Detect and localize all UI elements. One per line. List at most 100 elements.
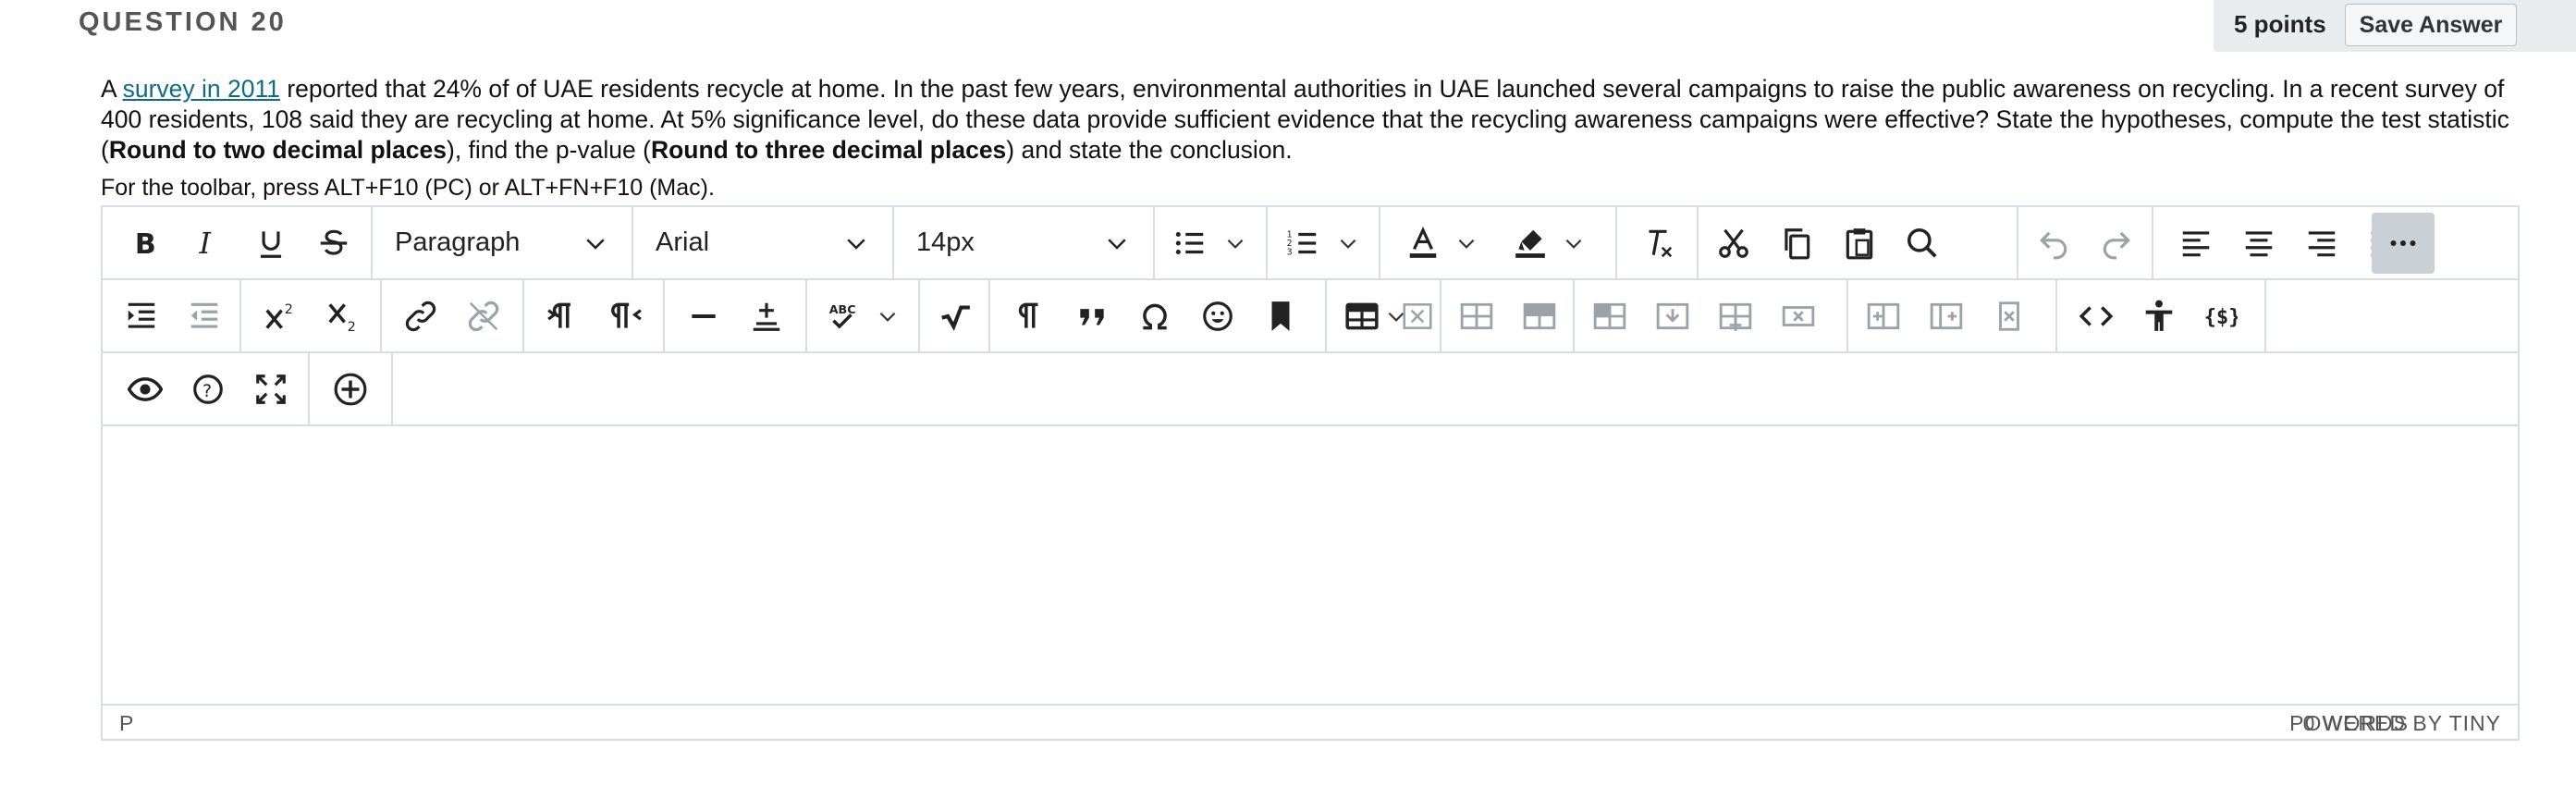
svg-text:B: B <box>135 228 156 261</box>
insert-row-after-button[interactable] <box>1649 292 1697 340</box>
bullet-list-button[interactable] <box>1166 219 1214 267</box>
remove-link-button[interactable] <box>460 292 508 340</box>
clear-formatting-button[interactable] <box>1634 219 1682 267</box>
find-replace-button[interactable] <box>1898 219 1946 267</box>
redo-button[interactable] <box>2092 219 2141 267</box>
highlighter-icon <box>1515 229 1545 258</box>
block-format-select[interactable]: Paragraph <box>373 207 633 278</box>
chevron-down-icon[interactable] <box>1336 231 1360 255</box>
indent-icon <box>128 302 155 328</box>
svg-text:{$}: {$} <box>2204 305 2238 329</box>
font-size-select[interactable]: 14px <box>894 207 1155 278</box>
paragraph-mark-button[interactable] <box>1005 292 1053 340</box>
clear-format-group <box>1617 207 1699 278</box>
color-group <box>1380 207 1617 278</box>
delete-column-button[interactable] <box>1774 292 1822 340</box>
question-header: QUESTION 20 5 points Save Answer <box>0 0 2576 52</box>
insert-link-button[interactable] <box>397 292 445 340</box>
insert-group <box>990 280 1327 351</box>
editor-content-area[interactable] <box>103 426 2518 704</box>
paste-button[interactable] <box>1835 219 1883 267</box>
rounding-instruction-1: Round to two decimal places <box>108 136 447 164</box>
points-value: 5 points <box>2234 10 2326 38</box>
insert-table-button[interactable] <box>1338 292 1386 340</box>
help-button[interactable]: ? <box>184 365 232 413</box>
font-family-select[interactable]: Arial <box>633 207 894 278</box>
preview-button[interactable] <box>121 365 169 413</box>
scissors-icon <box>1719 228 1748 258</box>
horizontal-line-button[interactable] <box>680 292 728 340</box>
superscript-button[interactable]: 2 <box>256 292 304 340</box>
blockquote-button[interactable] <box>1068 292 1116 340</box>
left-to-right-button[interactable] <box>539 292 587 340</box>
emoji-button[interactable] <box>1194 292 1242 340</box>
spellcheck-button[interactable]: ABC <box>818 292 866 340</box>
math-equation-button[interactable] <box>931 292 979 340</box>
align-center-button[interactable] <box>2235 219 2283 267</box>
accessibility-checker-button[interactable] <box>2135 292 2183 340</box>
strikethrough-icon <box>320 229 348 255</box>
copy-button[interactable] <box>1773 219 1821 267</box>
subscript-button[interactable]: 2 <box>319 292 367 340</box>
add-content-button[interactable] <box>326 365 374 413</box>
more-options-button[interactable] <box>2372 213 2435 274</box>
bold-button[interactable]: B <box>121 219 169 267</box>
bookmark-button[interactable] <box>1257 292 1305 340</box>
template-variables-button[interactable]: {$} <box>2196 292 2244 340</box>
undo-button[interactable] <box>2030 219 2078 267</box>
chevron-down-icon[interactable] <box>1454 231 1478 255</box>
undo-icon <box>2040 231 2067 260</box>
question-text: A survey in 2011 reported that 24% of of… <box>101 74 2523 166</box>
align-right-button[interactable] <box>2298 219 2346 267</box>
accessibility-icon <box>2145 300 2173 331</box>
fullscreen-button[interactable] <box>247 365 295 413</box>
history-group <box>2018 207 2153 278</box>
outdent-button[interactable] <box>180 292 228 340</box>
plugin-group <box>310 353 393 424</box>
strikethrough-button[interactable] <box>310 219 358 267</box>
chevron-down-icon[interactable] <box>876 304 900 328</box>
text-color-button[interactable] <box>1399 219 1447 267</box>
curly-braces-icon: {$} <box>2204 305 2238 329</box>
rich-text-editor: B I Paragraph Arial 14px 1 2 3 2 2 ABC {… <box>101 205 2520 741</box>
italic-button[interactable]: I <box>184 219 232 267</box>
points-panel: 5 points Save Answer <box>2214 0 2576 52</box>
quote-icon <box>1080 309 1104 325</box>
editor-status-bar: P 0 WORDS POWERED BY TINY <box>103 704 2518 739</box>
right-to-left-button[interactable] <box>602 292 650 340</box>
table-delete-icon <box>1403 303 1432 329</box>
insert-column-left-button[interactable] <box>1859 292 1907 340</box>
underline-button[interactable] <box>247 219 295 267</box>
chevron-down-icon[interactable] <box>1223 231 1247 255</box>
insert-column-right-button[interactable] <box>1922 292 1970 340</box>
insert-row-before-button[interactable] <box>1586 292 1634 340</box>
element-path[interactable]: P <box>119 711 133 736</box>
align-left-button[interactable] <box>2172 219 2220 267</box>
insert-anchor-button[interactable] <box>742 292 791 340</box>
save-answer-button[interactable]: Save Answer <box>2345 4 2517 46</box>
special-character-button[interactable] <box>1131 292 1179 340</box>
code-icon <box>2079 306 2114 326</box>
chevron-down-icon[interactable] <box>1562 231 1586 255</box>
text-color-icon <box>1409 226 1437 258</box>
table-cell-props-button[interactable] <box>1515 292 1564 340</box>
row-before-icon <box>1593 302 1626 330</box>
cut-button[interactable] <box>1710 219 1758 267</box>
table-row-props-button[interactable] <box>1453 292 1501 340</box>
survey-link[interactable]: survey in 2011 <box>123 75 280 103</box>
svg-text:3: 3 <box>1287 248 1293 258</box>
square-root-icon <box>941 305 970 331</box>
delete-row-button[interactable] <box>1985 292 2033 340</box>
highlight-color-button[interactable] <box>1506 219 1554 267</box>
bold-icon: B <box>135 228 156 261</box>
indent-button[interactable] <box>117 292 166 340</box>
numbered-list-button[interactable]: 123 <box>1279 219 1327 267</box>
delete-table-button[interactable] <box>1399 292 1436 340</box>
toolbar-row-2: 2 2 ABC {$} <box>103 280 2518 353</box>
table-row-icon <box>1460 302 1493 330</box>
superscript-icon: 2 <box>265 302 293 329</box>
insert-column-before-button[interactable] <box>1711 292 1760 340</box>
source-code-button[interactable] <box>2072 292 2120 340</box>
toolbar-row-1: B I Paragraph Arial 14px 1 2 3 <box>103 207 2518 280</box>
powered-by-link[interactable]: POWERED BY TINY <box>2289 711 2501 736</box>
